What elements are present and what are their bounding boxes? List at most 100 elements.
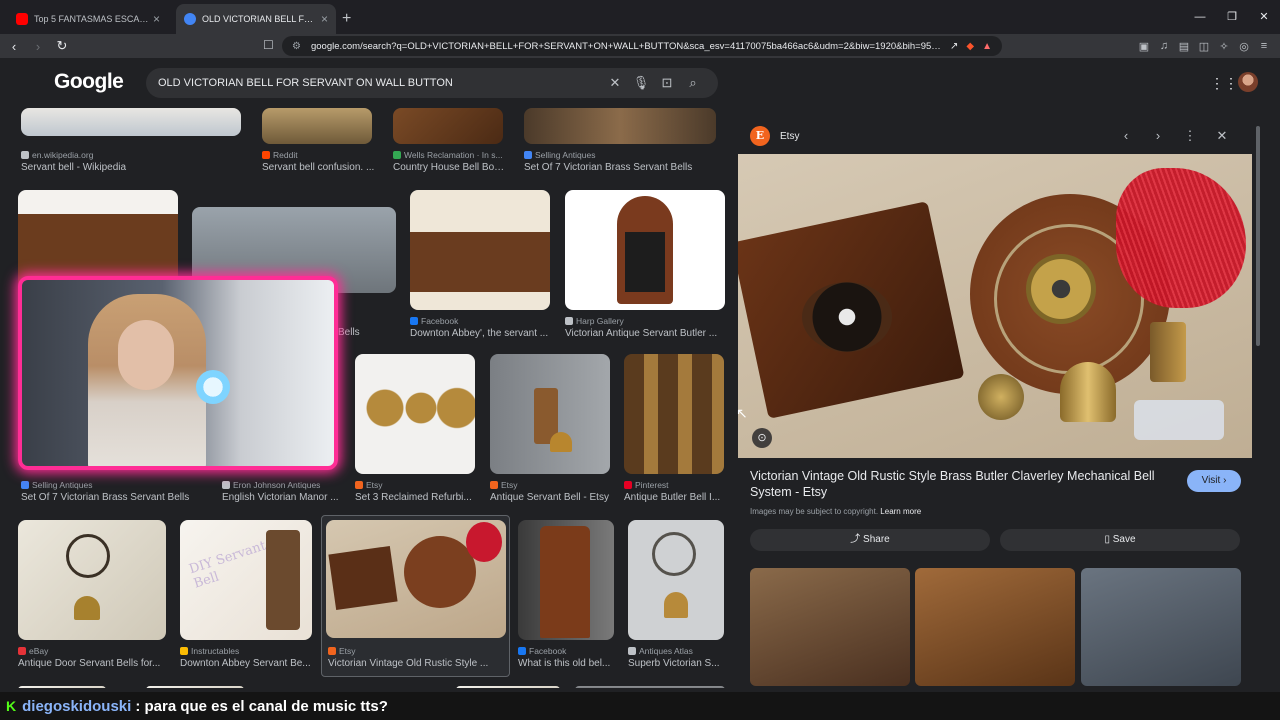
clear-icon[interactable]: ✕: [602, 75, 628, 91]
result-card[interactable]: Etsy Set 3 Reclaimed Refurbi...: [355, 354, 477, 508]
result-card[interactable]: Selling Antiques Set Of 7 Victorian Bras…: [524, 108, 724, 173]
learn-more-link[interactable]: Learn more: [880, 507, 921, 516]
result-image[interactable]: [262, 108, 372, 144]
result-title[interactable]: Set 3 Reclaimed Refurbi...: [355, 492, 477, 503]
preview-source[interactable]: E Etsy: [750, 126, 799, 146]
result-card[interactable]: Reddit Servant bell confusion. ...: [262, 108, 382, 173]
result-title[interactable]: Downton Abbey Servant Be...: [180, 658, 314, 669]
save-button[interactable]: ▯ Save: [1000, 529, 1240, 551]
result-image[interactable]: [490, 354, 610, 474]
lens-search-icon[interactable]: ⊙: [752, 428, 772, 448]
back-icon[interactable]: ‹: [4, 39, 24, 54]
related-image[interactable]: [915, 568, 1075, 686]
sidebar-icon[interactable]: ▤: [1174, 40, 1194, 53]
result-image[interactable]: [146, 686, 244, 688]
result-title[interactable]: Servant bell - Wikipedia: [21, 162, 241, 173]
result-card[interactable]: Facebook Downton Abbey', the servant ...: [410, 190, 552, 342]
bookmark-icon[interactable]: ☐: [263, 38, 274, 52]
mic-icon[interactable]: 🎙: [628, 75, 654, 91]
close-window-icon[interactable]: ✕: [1248, 0, 1280, 34]
result-title[interactable]: Superb Victorian S...: [628, 658, 726, 669]
result-title[interactable]: What is this old bel...: [518, 658, 616, 669]
result-title[interactable]: Downton Abbey', the servant ...: [410, 328, 552, 339]
preview-site-name[interactable]: Etsy: [780, 131, 799, 142]
extensions-icon[interactable]: ▣: [1134, 40, 1154, 53]
result-title[interactable]: English Victorian Manor ...: [222, 492, 342, 503]
reload-icon[interactable]: ↻: [52, 38, 72, 54]
avatar[interactable]: [1238, 72, 1258, 92]
result-card[interactable]: Pinterest Antique Butler Bell I...: [624, 354, 724, 508]
prev-icon[interactable]: ‹: [1110, 128, 1142, 144]
vpn-icon[interactable]: ◎: [1234, 40, 1254, 53]
site-info-icon[interactable]: ⚙: [292, 41, 301, 52]
preview-image[interactable]: [738, 154, 1252, 458]
result-card[interactable]: DIY Servant Bell Instructables Downton A…: [180, 520, 314, 674]
result-image[interactable]: [18, 520, 166, 640]
google-logo[interactable]: Google: [54, 70, 124, 94]
more-icon[interactable]: ⋮: [1174, 128, 1206, 144]
preview-title[interactable]: Victorian Vintage Old Rustic Style Brass…: [750, 468, 1160, 500]
result-image[interactable]: [456, 686, 560, 688]
result-image[interactable]: [575, 686, 725, 688]
result-image[interactable]: [410, 190, 550, 310]
result-image[interactable]: [565, 190, 725, 310]
result-title[interactable]: Set Of 7 Victorian Brass Servant Bells: [21, 492, 221, 503]
result-image[interactable]: [524, 108, 716, 144]
search-input[interactable]: OLD VICTORIAN BELL FOR SERVANT ON WALL B…: [158, 77, 602, 89]
minimize-icon[interactable]: —: [1184, 0, 1216, 34]
result-title[interactable]: Servant bell confusion. ...: [262, 162, 382, 173]
result-title[interactable]: Victorian Antique Servant Butler ...: [565, 328, 725, 339]
result-card[interactable]: en.wikipedia.org Servant bell - Wikipedi…: [21, 108, 241, 173]
result-title[interactable]: Antique Servant Bell - Etsy: [490, 492, 612, 503]
result-image[interactable]: [628, 520, 724, 640]
scrollbar-thumb[interactable]: [1256, 126, 1260, 346]
media-icon[interactable]: ♫: [1154, 40, 1174, 52]
menu-icon[interactable]: ≡: [1254, 40, 1274, 52]
result-card[interactable]: Antiques Atlas Superb Victorian S...: [628, 520, 726, 674]
leo-icon[interactable]: ✧: [1214, 40, 1234, 53]
result-card[interactable]: Etsy Antique Servant Bell - Etsy: [490, 354, 612, 508]
close-icon[interactable]: ✕: [1206, 128, 1238, 144]
result-title[interactable]: Antique Butler Bell I...: [624, 492, 724, 503]
preview-scrollbar[interactable]: [1255, 118, 1261, 688]
related-image[interactable]: [1081, 568, 1241, 686]
forward-icon[interactable]: ›: [28, 39, 48, 54]
result-image[interactable]: [624, 354, 724, 474]
result-title[interactable]: Bells: [338, 327, 398, 338]
tab-youtube[interactable]: Top 5 FANTASMAS ESCALOFRIANTES ×: [8, 4, 168, 34]
share-icon[interactable]: ↗: [950, 41, 958, 52]
result-card[interactable]: Facebook What is this old bel...: [518, 520, 616, 674]
result-title[interactable]: Victorian Vintage Old Rustic Style ...: [328, 658, 504, 669]
result-image[interactable]: [355, 354, 475, 474]
result-title[interactable]: Country House Bell Box...: [393, 162, 505, 173]
address-bar[interactable]: ⚙ google.com/search?q=OLD+VICTORIAN+BELL…: [282, 36, 1002, 56]
related-image[interactable]: [750, 568, 910, 686]
result-card[interactable]: eBay Antique Door Servant Bells for...: [18, 520, 168, 674]
result-card-selected[interactable]: Etsy Victorian Vintage Old Rustic Style …: [326, 520, 506, 674]
result-title[interactable]: Antique Door Servant Bells for...: [18, 658, 168, 669]
result-image[interactable]: DIY Servant Bell: [180, 520, 312, 640]
brave-shield-icon[interactable]: ◆: [966, 41, 974, 52]
result-image[interactable]: [518, 520, 614, 640]
share-button[interactable]: ⤴ Share: [750, 529, 990, 551]
close-tab-icon[interactable]: ×: [321, 12, 328, 26]
result-card[interactable]: Selling Antiques Set Of 7 Victorian Bras…: [21, 478, 221, 508]
result-card[interactable]: Harp Gallery Victorian Antique Servant B…: [565, 190, 725, 342]
result-card[interactable]: Eron Johnson Antiques English Victorian …: [222, 478, 342, 508]
visit-button[interactable]: Visit ›: [1187, 470, 1241, 492]
result-title[interactable]: Set Of 7 Victorian Brass Servant Bells: [524, 162, 724, 173]
search-box[interactable]: OLD VICTORIAN BELL FOR SERVANT ON WALL B…: [146, 68, 718, 98]
tab-google-search[interactable]: OLD VICTORIAN BELL FOR SERVANT ×: [176, 4, 336, 34]
result-image[interactable]: [18, 686, 106, 688]
result-image[interactable]: [393, 108, 503, 144]
restore-icon[interactable]: ❐: [1216, 0, 1248, 34]
result-image[interactable]: [21, 108, 241, 136]
wallet-icon[interactable]: ◫: [1194, 40, 1214, 53]
close-tab-icon[interactable]: ×: [153, 12, 160, 26]
result-card[interactable]: Wells Reclamation · In s... Country Hous…: [393, 108, 505, 173]
new-tab-button[interactable]: +: [342, 4, 351, 34]
next-icon[interactable]: ›: [1142, 128, 1174, 144]
search-icon[interactable]: ⌕: [680, 75, 706, 91]
result-image[interactable]: [326, 520, 506, 638]
lens-icon[interactable]: ⊡: [654, 75, 680, 91]
